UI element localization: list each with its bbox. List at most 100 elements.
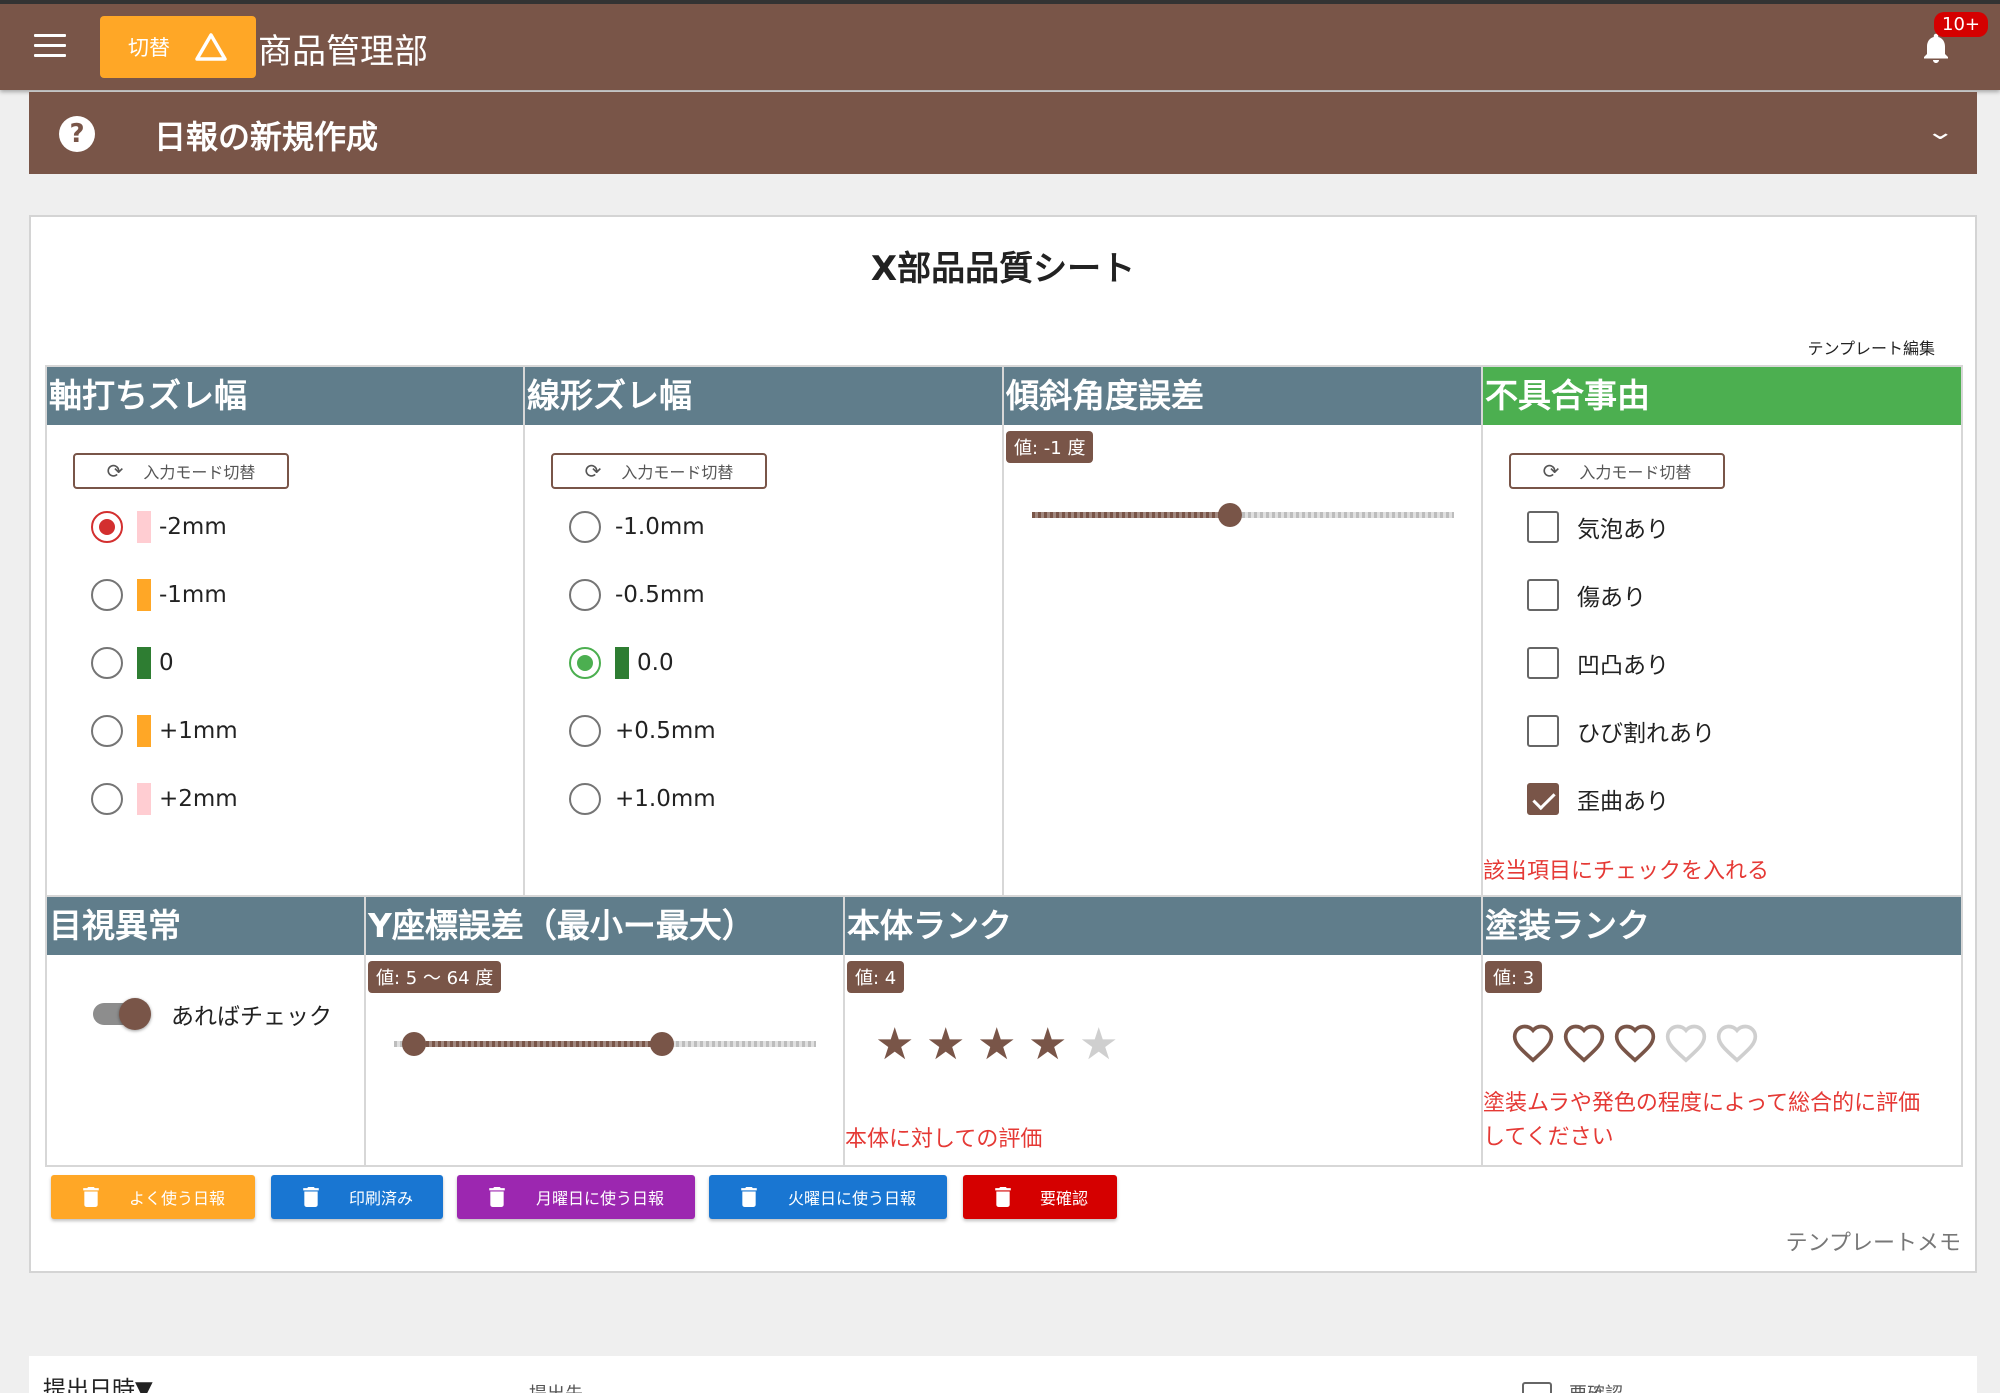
radio-button[interactable]	[569, 579, 601, 611]
sort-submitted-date[interactable]: 提出日時▼	[43, 1370, 153, 1393]
radio-option[interactable]: +2mm	[91, 779, 238, 819]
trash-icon	[83, 1187, 99, 1207]
tag-button[interactable]: よく使う日報	[51, 1175, 255, 1219]
star-filled-icon[interactable]: ★	[1028, 1023, 1067, 1067]
radio-option[interactable]: 0.0	[569, 643, 674, 683]
sync-icon: ⟳	[106, 459, 124, 483]
paint-rank-field: 塗装ランク 値: 3 塗装ムラや発色の程度によって総合的に評価 してください	[1481, 895, 1963, 1167]
option-label: 0	[159, 650, 174, 676]
radio-option[interactable]: +1.0mm	[569, 779, 716, 819]
star-empty-icon[interactable]: ★	[1079, 1023, 1118, 1067]
checkbox[interactable]	[1522, 1382, 1552, 1393]
tag-button[interactable]: 月曜日に使う日報	[457, 1175, 695, 1219]
template-memo: テンプレートメモ	[1785, 1231, 1961, 1256]
trash-icon	[489, 1187, 505, 1207]
field-title: 傾斜角度誤差	[1004, 367, 1481, 425]
color-swatch	[137, 579, 151, 611]
switch-button[interactable]: 切替	[100, 16, 256, 78]
field-title: 塗装ランク	[1483, 897, 1961, 955]
field-hint: 塗装ムラや発色の程度によって総合的に評価 してください	[1483, 1087, 1920, 1155]
field-title: 目視異常	[47, 897, 364, 955]
option-label: ひび割れあり	[1577, 721, 1715, 747]
radio-button[interactable]	[569, 715, 601, 747]
radio-option[interactable]: -2mm	[91, 507, 227, 547]
mode-label: 入力モード切替	[1579, 463, 1692, 482]
star-filled-icon[interactable]: ★	[875, 1023, 914, 1067]
body-rank-field: 本体ランク 値: 4 ★ ★ ★ ★ ★ 本体に対しての評価	[843, 895, 1483, 1167]
checkbox-option[interactable]: ひび割れあり	[1527, 711, 1715, 751]
radio-button[interactable]	[91, 783, 123, 815]
section-title: 日報の新規作成	[154, 118, 379, 156]
report-list: 提出日時▼ 提出先 要確認	[29, 1356, 1977, 1393]
linear-offset-field: 線形ズレ幅 ⟳ 入力モード切替 -1.0mm -0.5mm 0.0 +0.5mm…	[523, 365, 1004, 897]
option-label: +0.5mm	[615, 718, 716, 744]
tag-button[interactable]: 印刷済み	[271, 1175, 443, 1219]
slider-min-thumb[interactable]	[402, 1032, 426, 1056]
color-swatch	[137, 783, 151, 815]
template-edit-link[interactable]: テンプレート編集	[1807, 335, 1935, 359]
field-title: Y座標誤差（最小ー最大）	[366, 897, 843, 955]
field-title: 本体ランク	[845, 897, 1481, 955]
heart-filled-icon[interactable]	[1562, 1021, 1606, 1065]
slider-max-thumb[interactable]	[650, 1032, 674, 1056]
input-mode-toggle-button[interactable]: ⟳ 入力モード切替	[73, 453, 289, 489]
input-mode-toggle-button[interactable]: ⟳ 入力モード切替	[551, 453, 767, 489]
heart-filled-icon[interactable]	[1511, 1021, 1555, 1065]
value-badge: 値: 3	[1485, 961, 1543, 993]
tag-label: よく使う日報	[128, 1189, 225, 1208]
radio-button[interactable]	[569, 511, 601, 543]
checkbox[interactable]	[1527, 579, 1559, 611]
heart-empty-icon[interactable]	[1715, 1021, 1759, 1065]
checkbox-option[interactable]: 凹凸あり	[1527, 643, 1669, 683]
notification-badge: 10+	[1934, 12, 1988, 37]
report-create-panel-header[interactable]: ? 日報の新規作成 ⌄	[29, 92, 1977, 174]
hint-line: してください	[1483, 1125, 1614, 1150]
y-coordinate-field: Y座標誤差（最小ー最大） 値: 5 〜 64 度	[364, 895, 845, 1167]
radio-option[interactable]: +0.5mm	[569, 711, 716, 751]
field-title: 軸打ちズレ幅	[47, 367, 523, 425]
menu-icon[interactable]	[34, 34, 66, 58]
field-hint: 該当項目にチェックを入れる	[1483, 859, 1770, 884]
chevron-down-icon[interactable]: ⌄	[1925, 120, 1955, 145]
radio-option[interactable]: -1.0mm	[569, 507, 705, 547]
radio-button[interactable]	[569, 783, 601, 815]
option-label: 凹凸あり	[1577, 653, 1669, 679]
checkbox-option[interactable]: 傷あり	[1527, 575, 1646, 615]
sync-icon: ⟳	[584, 459, 602, 483]
checkbox-option[interactable]: 気泡あり	[1527, 507, 1669, 547]
star-filled-icon[interactable]: ★	[926, 1023, 965, 1067]
switch-label: 切替	[128, 36, 170, 60]
toggle-thumb[interactable]	[119, 998, 151, 1030]
option-label: 0.0	[637, 650, 674, 676]
radio-button[interactable]	[91, 511, 123, 543]
tag-button[interactable]: 火曜日に使う日報	[709, 1175, 947, 1219]
radio-button[interactable]	[91, 579, 123, 611]
star-filled-icon[interactable]: ★	[977, 1023, 1016, 1067]
checkbox-option[interactable]: 歪曲あり	[1527, 779, 1669, 819]
option-label: 気泡あり	[1577, 517, 1669, 543]
slider-fill	[1032, 512, 1231, 518]
heart-filled-icon[interactable]	[1613, 1021, 1657, 1065]
tag-label: 月曜日に使う日報	[535, 1189, 664, 1208]
option-label: -1.0mm	[615, 514, 705, 540]
help-icon[interactable]: ?	[59, 116, 95, 152]
heart-empty-icon[interactable]	[1664, 1021, 1708, 1065]
checkbox[interactable]	[1527, 783, 1559, 815]
shaft-offset-field: 軸打ちズレ幅 ⟳ 入力モード切替 -2mm -1mm 0 +1mm +2mm	[45, 365, 525, 897]
radio-button[interactable]	[569, 647, 601, 679]
hint-line: 塗装ムラや発色の程度によって総合的に評価	[1483, 1091, 1921, 1116]
tag-button[interactable]: 要確認	[963, 1175, 1117, 1219]
radio-option[interactable]: 0	[91, 643, 174, 683]
checkbox[interactable]	[1527, 715, 1559, 747]
radio-option[interactable]: +1mm	[91, 711, 238, 751]
defect-reason-field: 不具合事由 ⟳ 入力モード切替 気泡あり 傷あり 凹凸あり ひび割れあり 歪曲あ…	[1481, 365, 1963, 897]
slider-thumb[interactable]	[1218, 503, 1243, 527]
warning-triangle-icon	[195, 33, 227, 61]
radio-option[interactable]: -1mm	[91, 575, 227, 615]
radio-button[interactable]	[91, 715, 123, 747]
radio-button[interactable]	[91, 647, 123, 679]
checkbox[interactable]	[1527, 647, 1559, 679]
checkbox[interactable]	[1527, 511, 1559, 543]
radio-option[interactable]: -0.5mm	[569, 575, 705, 615]
input-mode-toggle-button[interactable]: ⟳ 入力モード切替	[1509, 453, 1725, 489]
